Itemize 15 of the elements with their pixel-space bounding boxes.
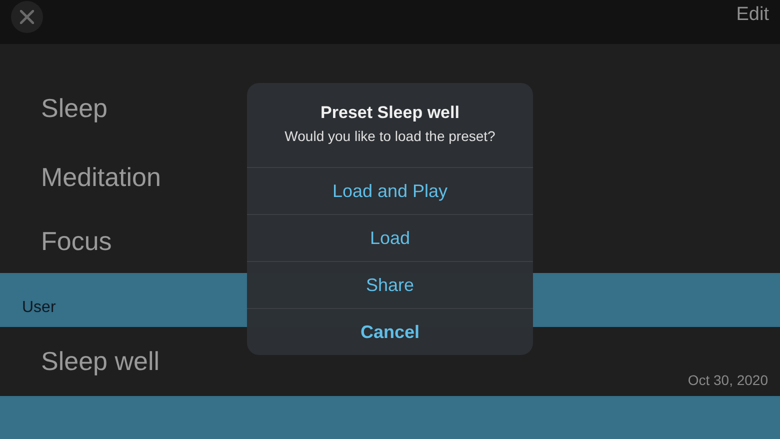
list-item[interactable]: Sleep bbox=[41, 93, 108, 124]
action-button[interactable]: Load and Play bbox=[247, 167, 533, 214]
cancel-button[interactable]: Cancel bbox=[247, 308, 533, 355]
dialog-message: Would you like to load the preset? bbox=[284, 128, 496, 144]
dialog-title: Preset Sleep well bbox=[320, 102, 460, 122]
close-icon bbox=[20, 10, 34, 24]
date-label: Oct 30, 2020 bbox=[688, 372, 768, 388]
edit-button[interactable]: Edit bbox=[736, 4, 769, 26]
action-button[interactable]: Load bbox=[247, 214, 533, 261]
close-button[interactable] bbox=[11, 1, 43, 33]
action-button[interactable]: Share bbox=[247, 261, 533, 308]
list-item[interactable]: Sleep well bbox=[41, 346, 160, 377]
section-title: User bbox=[22, 299, 56, 317]
list-item[interactable]: Meditation bbox=[41, 162, 161, 193]
list-item[interactable]: Focus bbox=[41, 226, 112, 257]
